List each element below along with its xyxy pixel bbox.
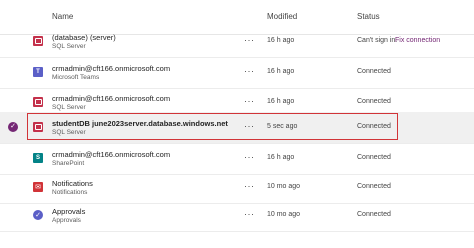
more-options-button[interactable]: ··· <box>244 209 255 219</box>
notifications-icon: ✉ <box>33 182 43 192</box>
connection-name: Approvals <box>52 207 86 216</box>
modified-time: 16 h ago <box>267 68 295 75</box>
modified-time: 16 h ago <box>267 154 295 161</box>
teams-icon: T <box>33 67 43 77</box>
modified-time: 10 mo ago <box>267 183 301 190</box>
connection-type: Microsoft Teams <box>52 74 100 81</box>
connection-type: Notifications <box>52 189 88 196</box>
column-header-modified[interactable]: Modified <box>267 12 297 21</box>
more-options-button[interactable]: ··· <box>244 66 255 76</box>
connection-name: crmadmin@cft166.onmicrosoft.com <box>52 64 171 73</box>
checkmark-icon[interactable]: ✓ <box>8 122 18 132</box>
connection-name: Notifications <box>52 179 93 188</box>
status-text: Connected <box>357 154 391 161</box>
connection-name: studentDB june2023server.database.window… <box>52 119 228 128</box>
status-text: Connected <box>357 211 391 218</box>
connection-type: SQL Server <box>52 104 86 111</box>
connection-name: crmadmin@cft166.onmicrosoft.com <box>52 94 171 103</box>
modified-time: 5 sec ago <box>267 123 298 130</box>
connection-name: crmadmin@cft166.onmicrosoft.com <box>52 150 171 159</box>
sql-server-icon <box>33 97 43 107</box>
more-options-button[interactable]: ··· <box>244 181 255 191</box>
fix-connection-link[interactable]: Fix connection <box>395 37 440 44</box>
connection-type: SharePoint <box>52 160 85 167</box>
modified-time: 16 h ago <box>267 37 295 44</box>
sql-server-icon <box>33 36 43 46</box>
more-options-button[interactable]: ··· <box>244 121 255 131</box>
approvals-icon: ✓ <box>33 210 43 220</box>
more-options-button[interactable]: ··· <box>244 152 255 162</box>
more-options-button[interactable]: ··· <box>244 96 255 106</box>
connection-name: (database) (server) <box>52 33 116 42</box>
connection-type: SQL Server <box>52 43 86 50</box>
column-header-name[interactable]: Name <box>52 12 73 21</box>
column-header-status[interactable]: Status <box>357 12 380 21</box>
table-row[interactable]: ✓ Approvals Approvals ··· 10 mo ago Conn… <box>0 200 474 232</box>
more-options-button[interactable]: ··· <box>244 35 255 45</box>
table-row-selected[interactable]: ✓ studentDB june2023server.database.wind… <box>0 112 474 144</box>
modified-time: 10 mo ago <box>267 211 301 218</box>
sharepoint-icon: S <box>33 153 43 163</box>
status-text: Can't sign in. <box>357 37 398 44</box>
table-row[interactable]: T crmadmin@cft166.onmicrosoft.com Micros… <box>0 57 474 89</box>
connection-type: SQL Server <box>52 129 86 136</box>
table-row[interactable]: S crmadmin@cft166.onmicrosoft.com ShareP… <box>0 143 474 175</box>
sql-server-icon <box>33 122 43 132</box>
status-text: Connected <box>357 68 391 75</box>
modified-time: 16 h ago <box>267 98 295 105</box>
table-row[interactable]: (database) (server) SQL Server ··· 16 h … <box>0 26 474 58</box>
status-text: Connected <box>357 123 391 130</box>
status-text: Connected <box>357 183 391 190</box>
connection-type: Approvals <box>52 217 81 224</box>
status-text: Connected <box>357 98 391 105</box>
